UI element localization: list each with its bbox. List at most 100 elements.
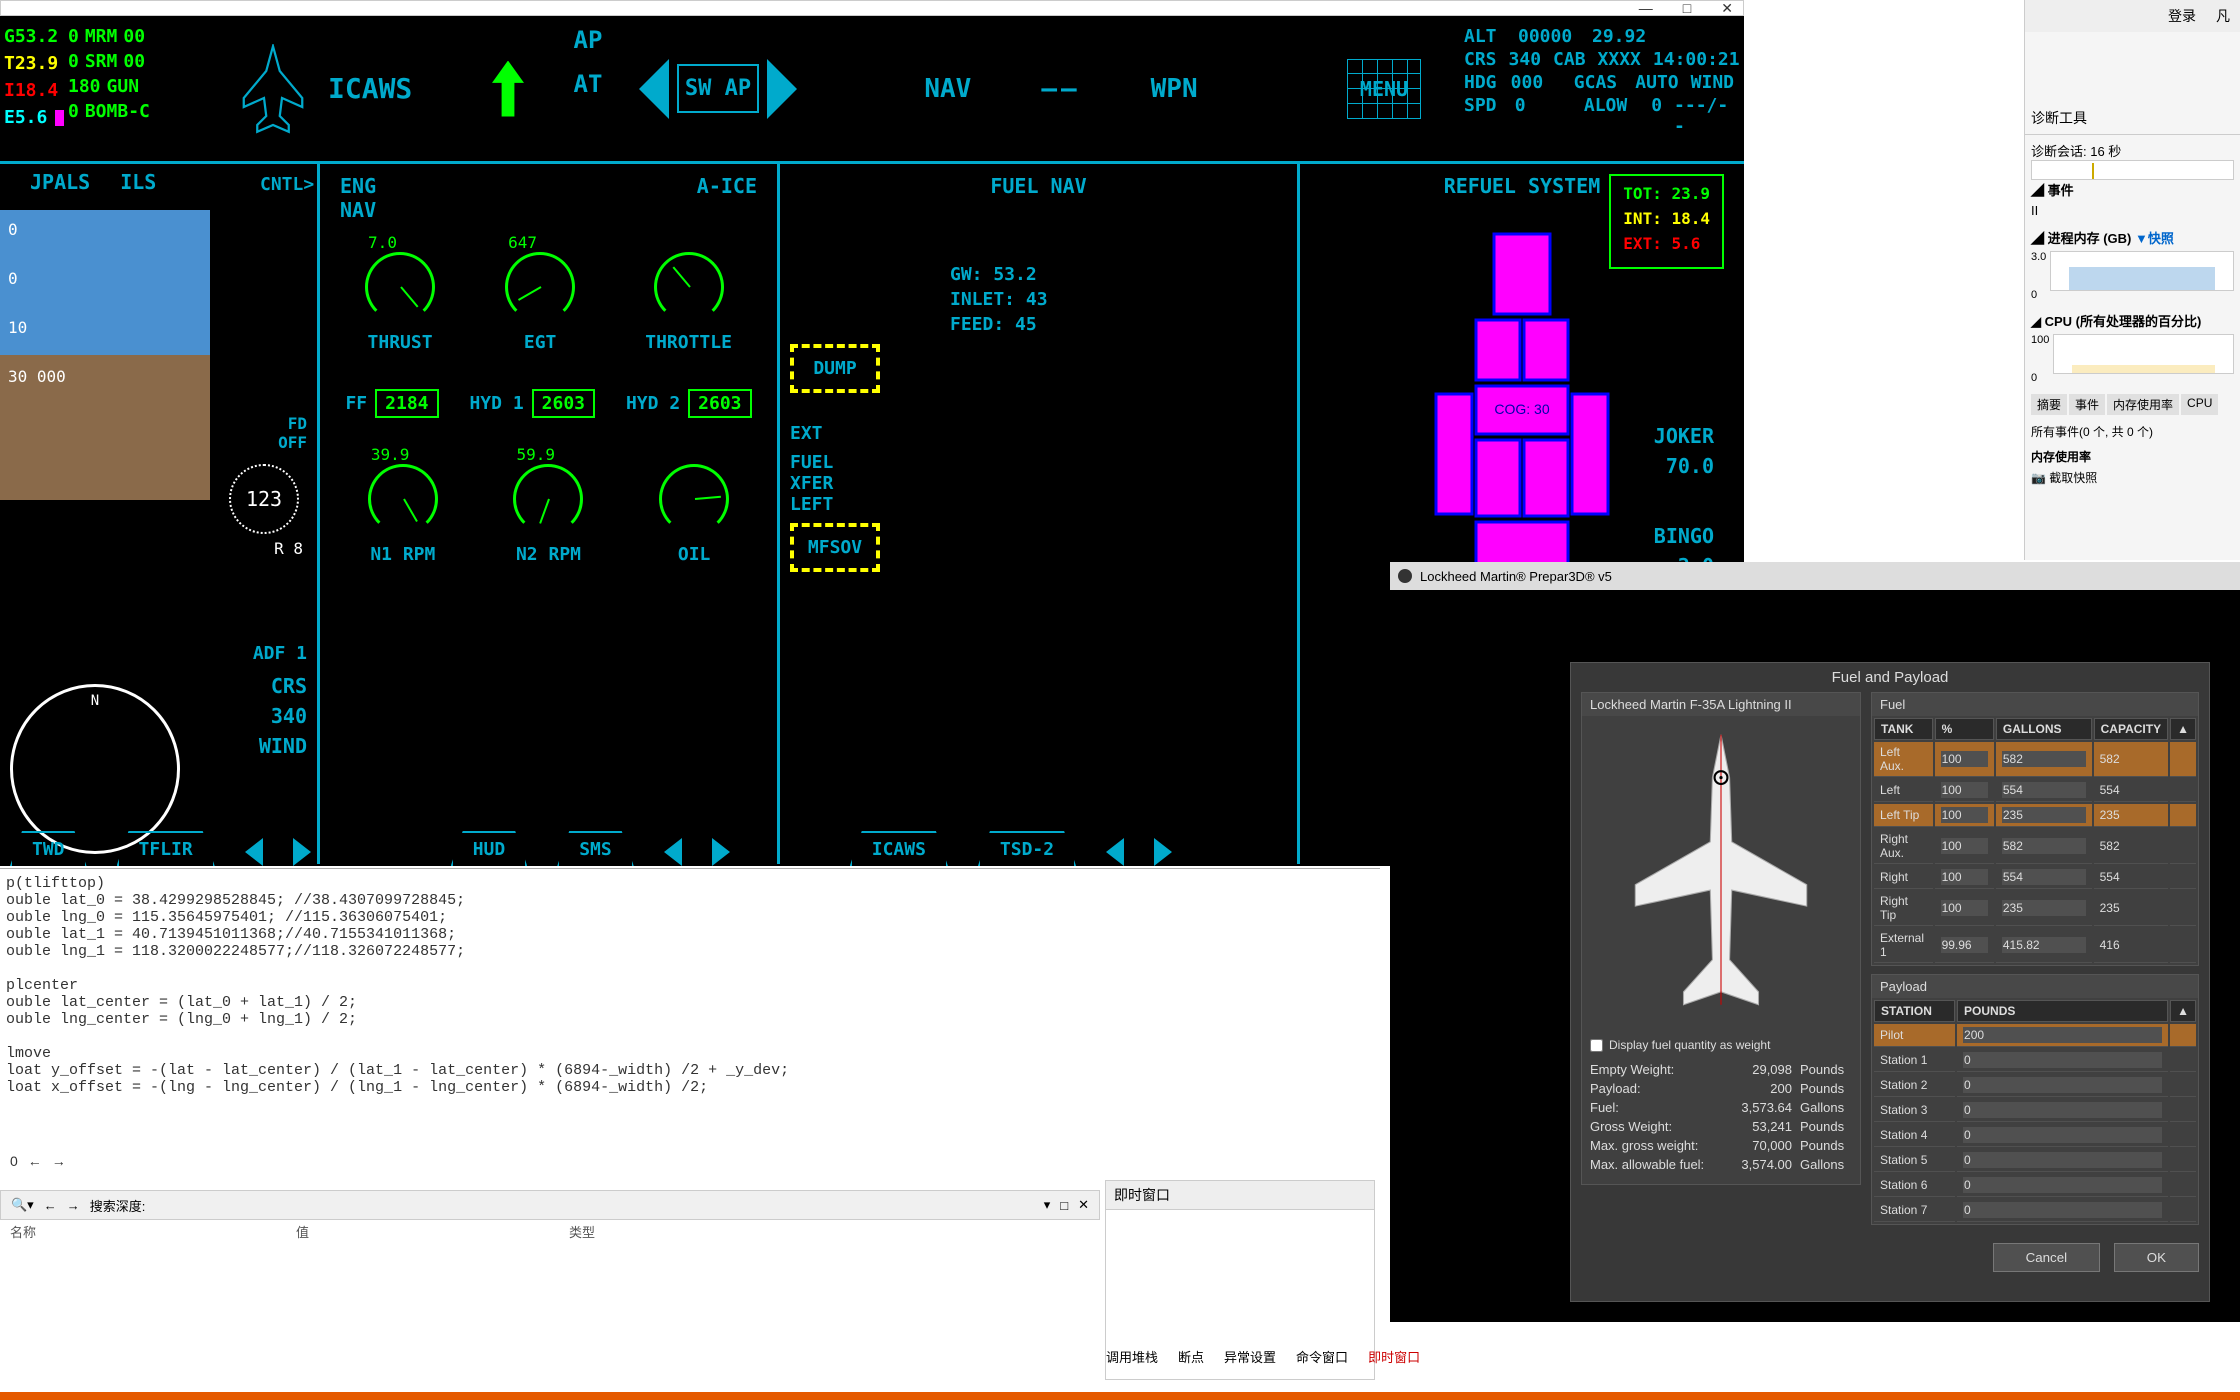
station-weight-input[interactable] bbox=[1963, 1177, 2162, 1193]
climb-arrow-icon bbox=[468, 16, 548, 161]
minimize-button[interactable]: — bbox=[1639, 0, 1653, 16]
p3d-window: Lockheed Martin® Prepar3D® v5 Fuel and P… bbox=[1390, 562, 2240, 1322]
tab-hud[interactable]: HUD bbox=[451, 831, 528, 866]
station-weight-input[interactable] bbox=[1963, 1152, 2162, 1168]
fwd-button[interactable]: → bbox=[52, 1153, 66, 1169]
tab-jpals[interactable]: JPALS bbox=[30, 170, 90, 194]
tank-gal-input[interactable] bbox=[2002, 937, 2086, 953]
all-events-link[interactable]: 所有事件(0 个, 共 0 个) bbox=[2031, 423, 2234, 440]
search-icon[interactable]: 🔍▾ bbox=[11, 1197, 34, 1213]
fuel-table: TANK % GALLONS CAPACITY ▲ Left Aux.582Le… bbox=[1872, 716, 2198, 965]
menu-button[interactable]: MENU bbox=[1347, 59, 1421, 119]
right-arrow-icon[interactable] bbox=[293, 838, 311, 866]
tank-row[interactable]: Right554 bbox=[1874, 866, 2196, 889]
tank-pct-input[interactable] bbox=[1941, 838, 1988, 854]
tank-row[interactable]: Left Aux.582 bbox=[1874, 742, 2196, 777]
tank-pct-input[interactable] bbox=[1941, 782, 1988, 798]
station-row[interactable]: Station 1 bbox=[1874, 1049, 2196, 1072]
tab-tsd2[interactable]: TSD-2 bbox=[978, 831, 1076, 866]
snapshot-link[interactable]: ▼快照 bbox=[2135, 231, 2174, 246]
tank-gal-input[interactable] bbox=[2002, 838, 2086, 854]
tank-row[interactable]: Left554 bbox=[1874, 779, 2196, 802]
tab-summary[interactable]: 摘要 bbox=[2031, 394, 2067, 415]
tab-breakpoints[interactable]: 断点 bbox=[1172, 1345, 1210, 1368]
right-arrow-icon-3[interactable] bbox=[1154, 838, 1172, 866]
tab-exceptions[interactable]: 异常设置 bbox=[1218, 1345, 1282, 1368]
icaws-label[interactable]: ICAWS bbox=[328, 16, 468, 161]
tab-ils[interactable]: ILS bbox=[120, 170, 156, 194]
mem-toggle[interactable]: ◢ 进程内存 (GB) bbox=[2031, 231, 2131, 246]
tab-icaws[interactable]: ICAWS bbox=[850, 831, 948, 866]
tank-gal-input[interactable] bbox=[2002, 751, 2086, 767]
display-weight-checkbox[interactable] bbox=[1590, 1039, 1603, 1052]
tank-row[interactable]: Left Tip235 bbox=[1874, 804, 2196, 827]
dump-button[interactable]: DUMP bbox=[790, 344, 880, 393]
tab-callstack[interactable]: 调用堆栈 bbox=[1100, 1345, 1164, 1368]
at-button[interactable]: AT bbox=[548, 70, 628, 98]
code-content[interactable]: p(tlifttop) ouble lat_0 = 38.42992985288… bbox=[0, 869, 1380, 1102]
tank-pct-input[interactable] bbox=[1941, 751, 1988, 767]
station-weight-input[interactable] bbox=[1963, 1127, 2162, 1143]
tab-sms[interactable]: SMS bbox=[557, 831, 634, 866]
cancel-button[interactable]: Cancel bbox=[1993, 1243, 2101, 1272]
tank-gal-input[interactable] bbox=[2002, 782, 2086, 798]
snapshot-button[interactable]: 截取快照 bbox=[2049, 471, 2097, 485]
left-arrow-icon[interactable] bbox=[245, 838, 263, 866]
login-link[interactable]: 登录 bbox=[2168, 6, 2196, 26]
back-button[interactable]: ← bbox=[28, 1153, 42, 1169]
station-weight-input[interactable] bbox=[1963, 1202, 2162, 1218]
bar-t-val: 23.9 bbox=[15, 53, 58, 74]
left-arrow-icon-3[interactable] bbox=[1106, 838, 1124, 866]
station-row[interactable]: Station 6 bbox=[1874, 1174, 2196, 1197]
station-row[interactable]: Station 4 bbox=[1874, 1124, 2196, 1147]
nav-button[interactable]: NAV bbox=[924, 74, 971, 104]
cpu-toggle[interactable]: ◢ CPU (所有处理器的百分比) bbox=[2031, 311, 2234, 330]
wpn-button[interactable]: WPN bbox=[1151, 74, 1198, 104]
station-weight-input[interactable] bbox=[1963, 1027, 2162, 1043]
ok-button[interactable]: OK bbox=[2114, 1243, 2199, 1272]
station-weight-input[interactable] bbox=[1963, 1077, 2162, 1093]
close-button[interactable]: ✕ bbox=[1721, 0, 1733, 17]
tank-pct-input[interactable] bbox=[1941, 869, 1988, 885]
station-row[interactable]: Station 3 bbox=[1874, 1099, 2196, 1122]
tank-row[interactable]: External 1416 bbox=[1874, 928, 2196, 963]
tank-gal-input[interactable] bbox=[2002, 869, 2086, 885]
weight-summary: Empty Weight:29,098PoundsPayload:200Poun… bbox=[1582, 1058, 1860, 1184]
tab-twd[interactable]: TWD bbox=[10, 831, 87, 866]
tab-memory[interactable]: 内存使用率 bbox=[2107, 394, 2179, 415]
aice-button[interactable]: A-ICE bbox=[697, 174, 757, 222]
events-toggle[interactable]: ◢ 事件 bbox=[2031, 180, 2234, 199]
bar-t-label: T bbox=[4, 53, 15, 74]
tank-pct-input[interactable] bbox=[1941, 807, 1988, 823]
station-row[interactable]: Pilot bbox=[1874, 1024, 2196, 1047]
tab-cpu[interactable]: CPU bbox=[2181, 394, 2218, 415]
swap-control[interactable]: SW AP bbox=[628, 16, 808, 161]
station-weight-input[interactable] bbox=[1963, 1102, 2162, 1118]
tank-pct-input[interactable] bbox=[1941, 900, 1988, 916]
left-arrow-icon-2[interactable] bbox=[664, 838, 682, 866]
ext-button[interactable]: EXT bbox=[790, 423, 880, 444]
tab-command[interactable]: 命令窗口 bbox=[1290, 1345, 1354, 1368]
heading-indicator: 123 R 8 bbox=[229, 464, 299, 534]
station-row[interactable]: Station 7 bbox=[1874, 1199, 2196, 1222]
tank-row[interactable]: Right Tip235 bbox=[1874, 891, 2196, 926]
tank-row[interactable]: Right Aux.582 bbox=[1874, 829, 2196, 864]
weapons-list: 0MRM00 0SRM00 180GUN 0BOMB-C bbox=[68, 16, 218, 161]
tab-tflir[interactable]: TFLIR bbox=[117, 831, 215, 866]
tank-pct-input[interactable] bbox=[1941, 937, 1988, 953]
tank-gal-input[interactable] bbox=[2002, 807, 2086, 823]
tank-gal-input[interactable] bbox=[2002, 900, 2086, 916]
right-arrow-icon-2[interactable] bbox=[712, 838, 730, 866]
ap-button[interactable]: AP bbox=[548, 26, 628, 54]
station-weight-input[interactable] bbox=[1963, 1052, 2162, 1068]
station-row[interactable]: Station 2 bbox=[1874, 1074, 2196, 1097]
maximize-button[interactable]: □ bbox=[1683, 0, 1691, 16]
user-label[interactable]: 凡 bbox=[2216, 6, 2230, 26]
cntl-button[interactable]: CNTL> bbox=[260, 174, 314, 195]
tab-immediate[interactable]: 即时窗口 bbox=[1362, 1345, 1426, 1368]
tab-events[interactable]: 事件 bbox=[2069, 394, 2105, 415]
station-row[interactable]: Station 5 bbox=[1874, 1149, 2196, 1172]
mfsov-button[interactable]: MFSOV bbox=[790, 523, 880, 572]
xfer-label[interactable]: FUEL XFER LEFT bbox=[790, 452, 880, 515]
p3d-titlebar[interactable]: Lockheed Martin® Prepar3D® v5 bbox=[1390, 562, 2240, 590]
